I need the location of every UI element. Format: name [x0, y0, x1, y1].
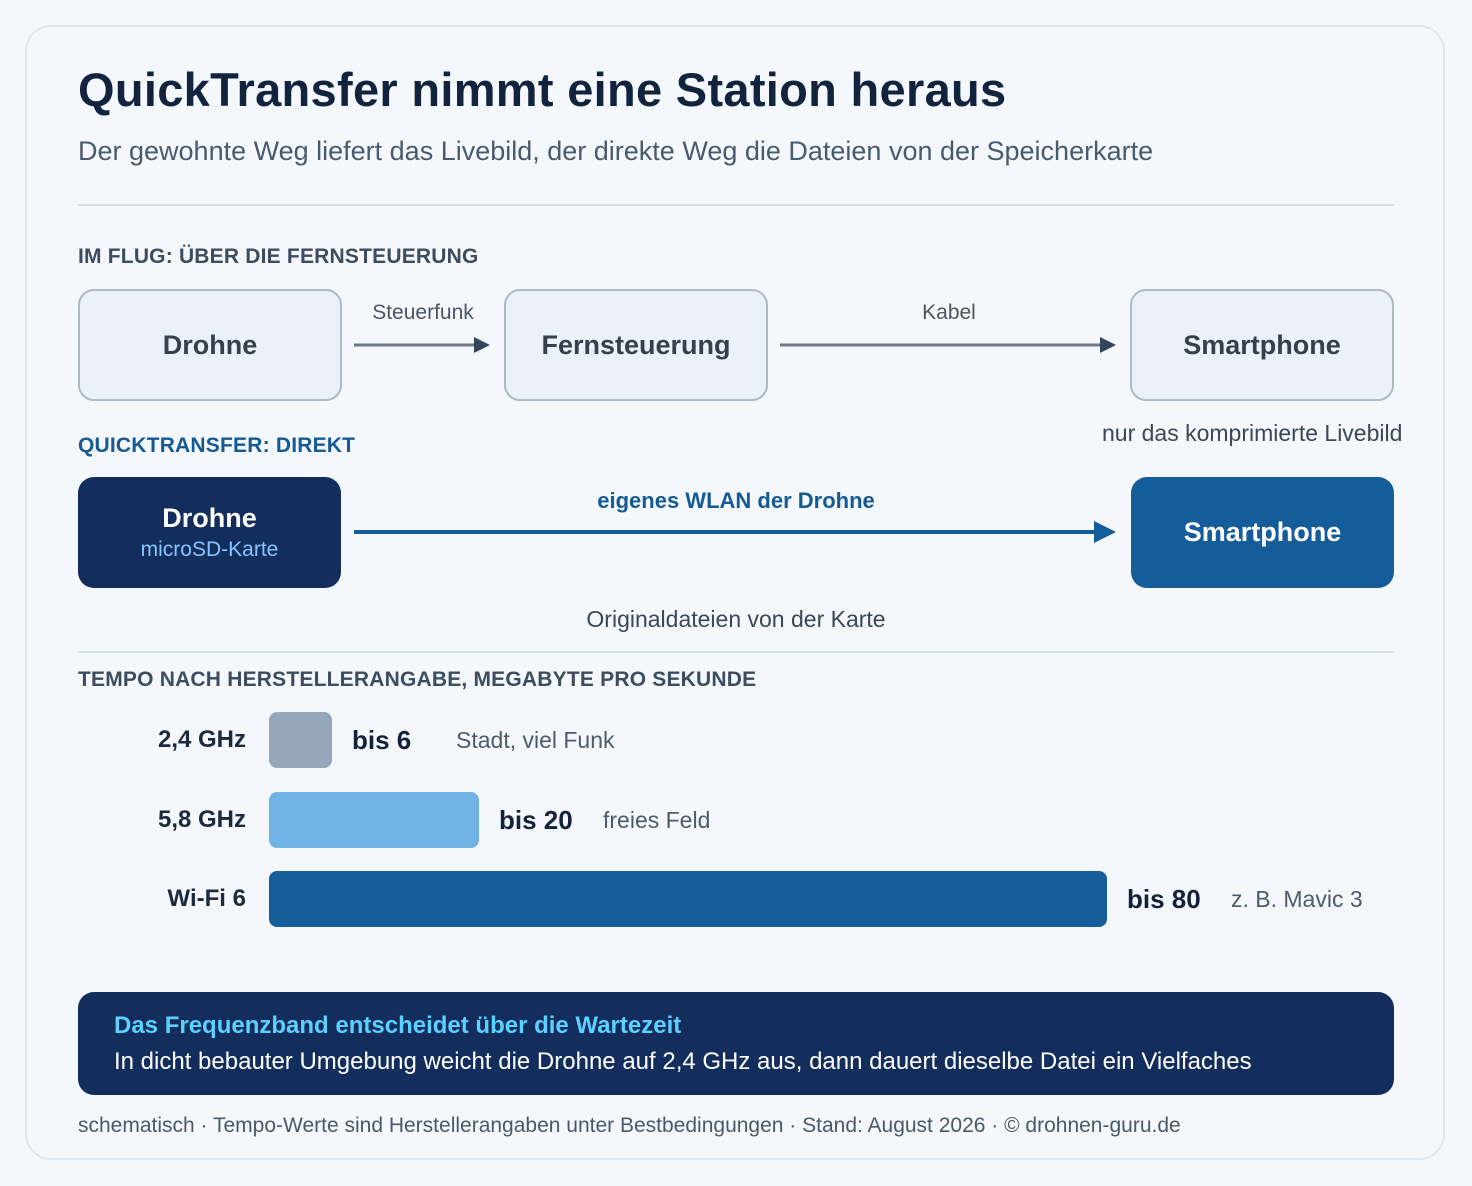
bar-category-label: 2,4 GHz	[157, 726, 246, 753]
bar-value-label: bis 20	[499, 805, 573, 835]
node-smartphone-direct: Smartphone	[1131, 477, 1394, 588]
bar-category-label: 5,8 GHz	[157, 806, 246, 833]
bar-category-label: Wi-Fi 6	[167, 885, 246, 912]
note-original-files: Originaldateien von der Karte	[586, 606, 886, 632]
bar-note-label: freies Feld	[603, 807, 711, 833]
node-drone-direct-label: Drohne	[162, 503, 257, 533]
speed-bar	[269, 871, 1107, 927]
bar-note-label: z. B. Mavic 3	[1231, 886, 1363, 912]
callout-text: In dicht bebauter Umgebung weicht die Dr…	[114, 1048, 1252, 1075]
footer-credits: schematisch · Tempo-Werte sind Herstelle…	[78, 1114, 1181, 1137]
speed-bar	[269, 712, 332, 768]
edge-label-wlan: eigenes WLAN der Drohne	[597, 488, 875, 513]
arrow-radio	[354, 337, 490, 353]
bar-value-label: bis 80	[1127, 884, 1201, 914]
node-drone-direct-sublabel: microSD-Karte	[140, 538, 279, 561]
section-label-quicktransfer: QUICKTRANSFER: DIREKT	[78, 434, 356, 457]
speed-bar	[269, 792, 479, 848]
callout-title: Das Frequenzband entscheidet über die Wa…	[114, 1012, 682, 1039]
node-smartphone-direct-label: Smartphone	[1183, 517, 1342, 547]
arrow-cable	[780, 337, 1116, 353]
note-livebild: nur das komprimierte Livebild	[1102, 420, 1403, 446]
bar-note-label: Stadt, viel Funk	[456, 727, 615, 753]
chart-title: TEMPO NACH HERSTELLERANGABE, MEGABYTE PR…	[78, 668, 757, 691]
node-drone-direct: Drohne microSD-Karte	[78, 477, 341, 588]
divider-middle	[78, 651, 1394, 653]
callout-box: Das Frequenzband entscheidet über die Wa…	[78, 992, 1394, 1095]
arrow-wlan	[354, 521, 1116, 543]
bar-value-label: bis 6	[352, 725, 412, 755]
flow-arrows	[354, 337, 1116, 543]
